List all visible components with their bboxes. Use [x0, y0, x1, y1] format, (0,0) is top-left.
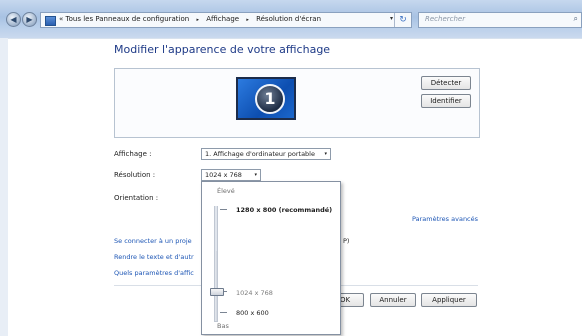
display-settings-help-link[interactable]: Quels paramètres d'affic: [114, 269, 194, 277]
breadcrumb-all-control-panels[interactable]: Tous les Panneaux de configuration: [66, 15, 190, 23]
resolution-option-recommended[interactable]: 1280 x 800 (recommandé): [236, 206, 332, 214]
breadcrumb-chevron[interactable]: «: [59, 15, 63, 23]
monitor-number: 1: [255, 84, 285, 114]
slider-high-label: Élevé: [217, 187, 235, 195]
resolution-select-value: 1024 x 768: [205, 171, 242, 179]
display-label: Affichage :: [114, 150, 152, 158]
address-bar[interactable]: « Tous les Panneaux de configuration ▸ A…: [40, 12, 412, 28]
back-button[interactable]: ◀: [6, 12, 21, 27]
resolution-label: Résolution :: [114, 171, 156, 179]
search-input[interactable]: Rechercher ⌕: [418, 12, 582, 28]
resolution-option-lowest[interactable]: 800 x 600: [236, 309, 269, 317]
slider-tick: [220, 209, 227, 210]
text-size-link[interactable]: Rendre le texte et d'autr: [114, 253, 194, 261]
chevron-down-icon: ▾: [324, 151, 327, 157]
display-select[interactable]: 1. Affichage d'ordinateur portable ▾: [201, 148, 331, 160]
resolution-slider-popup[interactable]: Élevé 1280 x 800 (recommandé) 1024 x 768…: [201, 181, 341, 335]
search-placeholder: Rechercher: [425, 15, 466, 23]
page-title: Modifier l'apparence de votre affichage: [114, 43, 331, 56]
resolution-select[interactable]: 1024 x 768 ▾: [201, 169, 261, 181]
apply-button[interactable]: Appliquer: [421, 293, 477, 307]
forward-button[interactable]: ▶: [22, 12, 37, 27]
breadcrumb: « Tous les Panneaux de configuration ▸ A…: [59, 15, 321, 23]
chevron-down-icon: ▾: [254, 172, 257, 178]
breadcrumb-screen-resolution[interactable]: Résolution d'écran: [256, 15, 321, 23]
refresh-icon[interactable]: ↻: [394, 13, 411, 27]
window-title-bar: ◀ ▶ « Tous les Panneaux de configuration…: [0, 0, 582, 38]
cancel-button[interactable]: Annuler: [370, 293, 416, 307]
display-select-value: 1. Affichage d'ordinateur portable: [205, 150, 315, 158]
resolution-option-current[interactable]: 1024 x 768: [236, 289, 273, 297]
detect-button[interactable]: Détecter: [421, 76, 471, 90]
connect-projector-suffix: P): [343, 237, 350, 245]
advanced-settings-link[interactable]: Paramètres avancés: [412, 215, 478, 223]
slider-tick: [220, 312, 227, 313]
monitor-icon[interactable]: 1: [236, 77, 296, 120]
slider-track-highlight: [215, 206, 217, 251]
control-panel-icon: [45, 16, 56, 26]
identify-button[interactable]: Identifier: [421, 94, 471, 108]
forward-arrow-icon: ▶: [26, 15, 33, 24]
resolution-slider-thumb[interactable]: [210, 288, 224, 296]
back-arrow-icon: ◀: [10, 15, 17, 24]
address-dropdown-icon[interactable]: ▾: [390, 15, 393, 22]
search-icon[interactable]: ⌕: [574, 14, 578, 24]
display-preview-area: 1 Détecter Identifier: [114, 68, 480, 138]
breadcrumb-separator[interactable]: ▸: [196, 17, 199, 23]
breadcrumb-display[interactable]: Affichage: [206, 15, 239, 23]
connect-projector-link[interactable]: Se connecter à un proje: [114, 237, 192, 245]
breadcrumb-separator[interactable]: ▸: [246, 17, 249, 23]
slider-low-label: Bas: [217, 322, 229, 330]
orientation-label: Orientation :: [114, 194, 159, 202]
